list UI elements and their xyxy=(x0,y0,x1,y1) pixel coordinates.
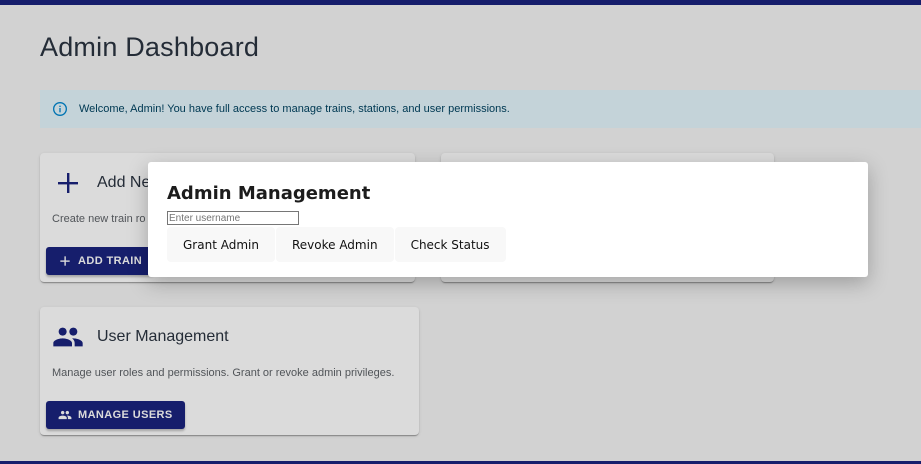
username-input[interactable] xyxy=(167,211,299,225)
check-status-button[interactable]: Check Status xyxy=(394,227,506,262)
dialog-title: Admin Management xyxy=(167,183,371,204)
grant-admin-button[interactable]: Grant Admin xyxy=(167,227,275,262)
admin-management-dialog: Admin Management Grant Admin Revoke Admi… xyxy=(148,162,868,277)
revoke-admin-button[interactable]: Revoke Admin xyxy=(275,227,394,262)
dialog-actions: Grant Admin Revoke Admin Check Status xyxy=(167,227,507,262)
